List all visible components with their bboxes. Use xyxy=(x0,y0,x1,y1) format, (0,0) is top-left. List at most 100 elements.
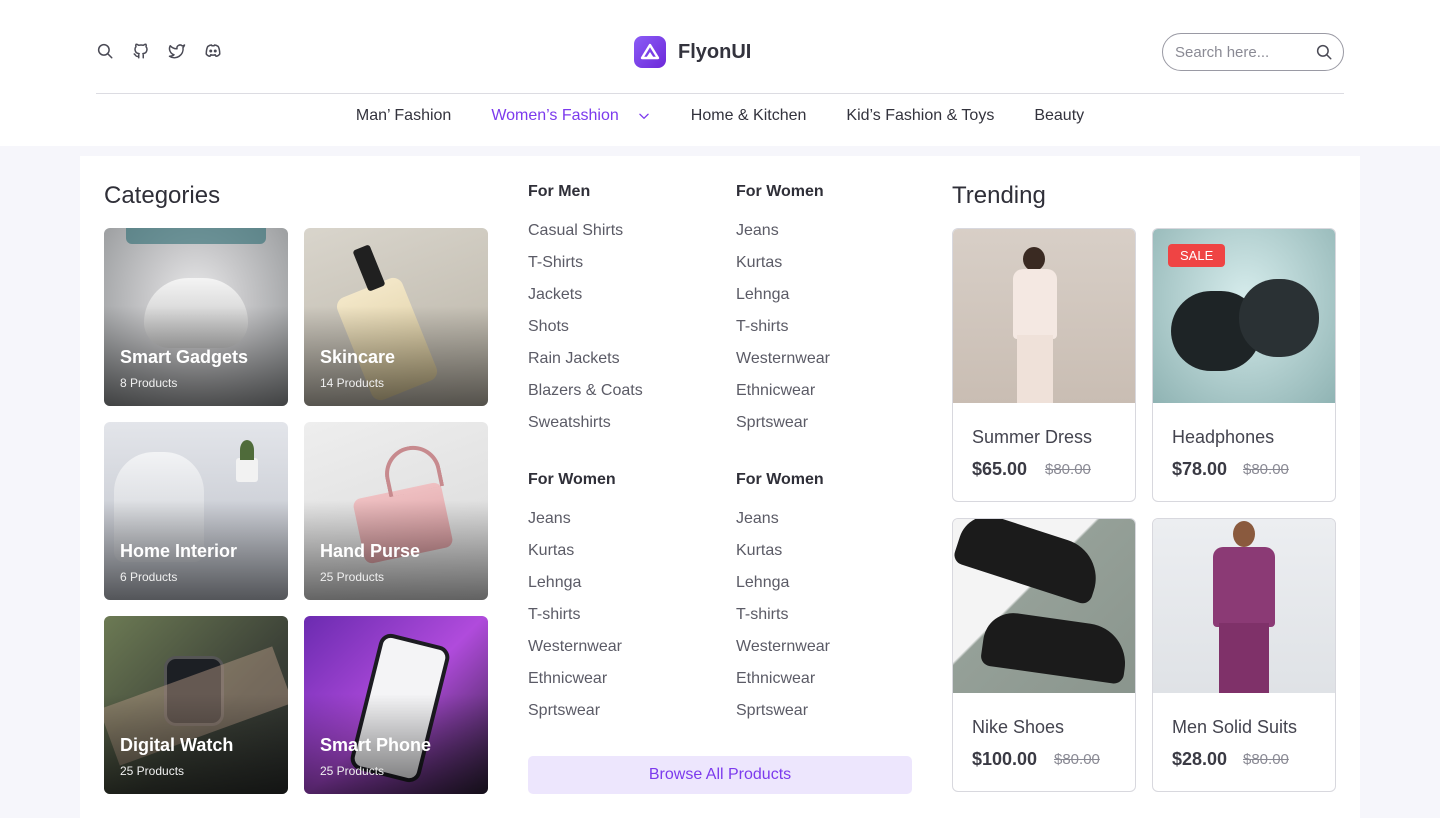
link-item[interactable]: Lehnga xyxy=(528,574,622,606)
link-item[interactable]: T-shirts xyxy=(736,606,830,638)
link-item[interactable]: Ethnicwear xyxy=(528,670,622,702)
link-item[interactable]: Kurtas xyxy=(528,542,622,574)
link-item[interactable]: Lehnga xyxy=(736,574,830,606)
product-image xyxy=(1153,519,1335,693)
category-name: Smart Phone xyxy=(320,735,432,755)
link-group-title: For Women xyxy=(528,471,616,488)
category-name: Hand Purse xyxy=(320,541,421,561)
nav-label: Beauty xyxy=(1034,107,1085,124)
link-item[interactable]: T-Shirts xyxy=(528,254,643,286)
header-divider xyxy=(96,93,1344,94)
link-list-for-women: Jeans Kurtas Lehnga T-shirts Westernwear… xyxy=(736,222,830,446)
categories-title: Categories xyxy=(104,182,221,209)
category-card-digital-watch[interactable]: Digital Watch 25 Products xyxy=(104,616,288,794)
link-list-for-men: Casual Shirts T-Shirts Jackets Shots Rai… xyxy=(528,222,643,446)
product-name: Headphones xyxy=(1172,427,1275,447)
product-old-price: $80.00 xyxy=(1243,461,1289,478)
category-count: 14 Products xyxy=(320,376,385,390)
nav-item-home-kitchen[interactable]: Home & Kitchen xyxy=(671,104,827,128)
twitter-icon[interactable] xyxy=(168,42,186,60)
github-icon[interactable] xyxy=(132,42,150,60)
nav-item-kids-fashion-toys[interactable]: Kid’s Fashion & Toys xyxy=(826,104,1014,128)
link-item[interactable]: Blazers & Coats xyxy=(528,382,643,414)
link-item[interactable]: Shots xyxy=(528,318,643,350)
category-count: 25 Products xyxy=(320,570,385,584)
nav-item-mans-fashion[interactable]: Man’ Fashion xyxy=(336,104,471,128)
link-item[interactable]: Ethnicwear xyxy=(736,670,830,702)
link-item[interactable]: Jeans xyxy=(736,222,830,254)
link-item[interactable]: Kurtas xyxy=(736,254,830,286)
trending-title: Trending xyxy=(952,182,1046,209)
category-card-smart-phone[interactable]: Smart Phone 25 Products xyxy=(304,616,488,794)
sale-badge: SALE xyxy=(1168,244,1226,267)
product-old-price: $80.00 xyxy=(1243,751,1289,768)
product-name: Nike Shoes xyxy=(972,717,1065,737)
header: FlyonUI Man’ Fashion Women’s Fashion Hom… xyxy=(0,0,1440,146)
link-list-for-women-3: Jeans Kurtas Lehnga T-shirts Westernwear… xyxy=(736,510,830,734)
link-item[interactable]: Jeans xyxy=(528,510,622,542)
browse-all-products-button[interactable]: Browse All Products xyxy=(528,756,912,794)
brand-logo-icon xyxy=(634,36,666,68)
category-name: Skincare xyxy=(320,347,396,367)
main-nav: Man’ Fashion Women’s Fashion Home & Kitc… xyxy=(0,104,1440,128)
product-old-price: $80.00 xyxy=(1054,751,1100,768)
category-card-smart-gadgets[interactable]: Smart Gadgets 8 Products xyxy=(104,228,288,406)
product-image xyxy=(953,229,1135,403)
nav-label: Women’s Fashion xyxy=(491,107,619,124)
brand[interactable]: FlyonUI xyxy=(634,36,751,68)
link-item[interactable]: Sweatshirts xyxy=(528,414,643,446)
link-group-title: For Women xyxy=(736,471,824,488)
product-price: $65.00 xyxy=(972,459,1028,479)
nav-label: Home & Kitchen xyxy=(690,107,807,124)
product-image xyxy=(953,519,1135,693)
category-card-home-interior[interactable]: Home Interior 6 Products xyxy=(104,422,288,600)
header-icon-group xyxy=(96,42,222,60)
discord-icon[interactable] xyxy=(204,42,222,60)
search-icon[interactable] xyxy=(96,42,114,60)
link-item[interactable]: Sprtswear xyxy=(528,702,622,734)
nav-label: Man’ Fashion xyxy=(355,107,452,124)
product-old-price: $80.00 xyxy=(1045,461,1091,478)
link-item[interactable]: Rain Jackets xyxy=(528,350,643,382)
nav-item-beauty[interactable]: Beauty xyxy=(1014,104,1104,128)
link-list-for-women-2: Jeans Kurtas Lehnga T-shirts Westernwear… xyxy=(528,510,622,734)
link-item[interactable]: Jackets xyxy=(528,286,643,318)
product-price: $100.00 xyxy=(972,749,1038,769)
product-card-summer-dress[interactable]: Summer Dress $65.00 $80.00 xyxy=(952,228,1136,502)
nav-label: Kid’s Fashion & Toys xyxy=(846,107,995,124)
link-item[interactable]: Sprtswear xyxy=(736,414,830,446)
category-count: 25 Products xyxy=(320,764,385,778)
nav-item-womens-fashion[interactable]: Women’s Fashion xyxy=(471,104,670,128)
product-image: SALE xyxy=(1153,229,1335,403)
search-icon[interactable] xyxy=(1315,43,1333,61)
product-card-men-solid-suits[interactable]: Men Solid Suits $28.00 $80.00 xyxy=(1152,518,1336,792)
product-name: Summer Dress xyxy=(972,427,1093,447)
link-item[interactable]: Ethnicwear xyxy=(736,382,830,414)
link-item[interactable]: Westernwear xyxy=(736,638,830,670)
category-count: 8 Products xyxy=(120,376,178,390)
link-group-title: For Men xyxy=(528,183,591,200)
category-card-hand-purse[interactable]: Hand Purse 25 Products xyxy=(304,422,488,600)
category-card-skincare[interactable]: Skincare 14 Products xyxy=(304,228,488,406)
link-item[interactable]: Westernwear xyxy=(736,350,830,382)
category-name: Digital Watch xyxy=(120,735,234,755)
link-item[interactable]: T-shirts xyxy=(528,606,622,638)
category-name: Home Interior xyxy=(120,541,238,561)
search-box[interactable] xyxy=(1162,33,1344,71)
category-name: Smart Gadgets xyxy=(120,347,249,367)
link-item[interactable]: Casual Shirts xyxy=(528,222,643,254)
link-item[interactable]: T-shirts xyxy=(736,318,830,350)
link-item[interactable]: Jeans xyxy=(736,510,830,542)
product-price: $28.00 xyxy=(1172,749,1228,769)
link-item[interactable]: Westernwear xyxy=(528,638,622,670)
category-count: 25 Products xyxy=(120,764,185,778)
product-name: Men Solid Suits xyxy=(1172,717,1298,737)
link-item[interactable]: Lehnga xyxy=(736,286,830,318)
link-item[interactable]: Sprtswear xyxy=(736,702,830,734)
product-card-headphones[interactable]: SALE Headphones $78.00 $80.00 xyxy=(1152,228,1336,502)
product-price: $78.00 xyxy=(1172,459,1228,479)
category-count: 6 Products xyxy=(120,570,178,584)
link-item[interactable]: Kurtas xyxy=(736,542,830,574)
product-card-nike-shoes[interactable]: Nike Shoes $100.00 $80.00 xyxy=(952,518,1136,792)
search-input[interactable] xyxy=(1175,43,1305,61)
